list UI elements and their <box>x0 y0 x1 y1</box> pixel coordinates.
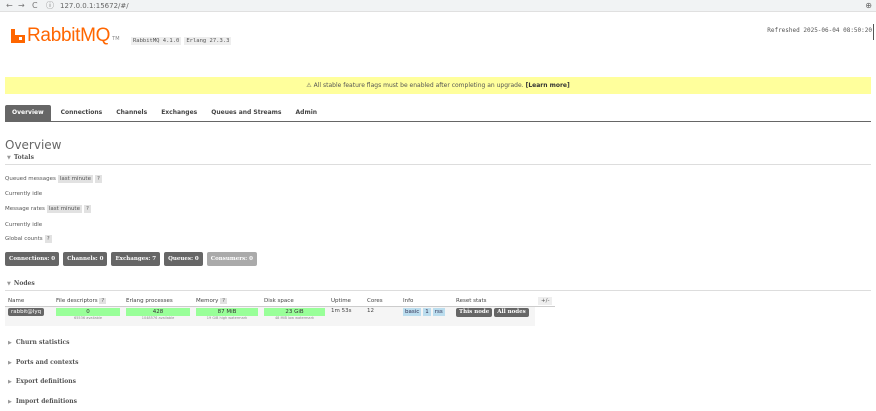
table-row: rabbit@lyq 0 65536 available 428 1048576… <box>5 306 556 326</box>
rabbit-logo-icon <box>11 29 26 43</box>
totals-section-header[interactable]: ▼ Totals <box>5 153 871 165</box>
consumers-count-button[interactable]: Consumers: 0 <box>206 252 257 266</box>
reset-all-nodes-button[interactable]: All nodes <box>494 307 529 317</box>
global-counts-row: Global counts ? <box>5 234 52 244</box>
section-title: Totals <box>13 154 34 161</box>
forward-arrow-icon[interactable]: → <box>18 1 25 11</box>
col-reset-stats: Reset stats <box>453 296 535 307</box>
col-memory: Memory ? <box>193 296 261 307</box>
col-cores: Cores <box>364 296 400 307</box>
column-toggle-button[interactable]: +/- <box>538 296 553 305</box>
queued-messages-row: Queued messages last minute ? <box>5 174 102 184</box>
message-rates-row: Message rates last minute ? <box>5 204 91 214</box>
nodes-table: Name File descriptors ? Erlang processes… <box>5 296 556 326</box>
idle-status: Currently idle <box>5 191 43 197</box>
help-icon[interactable]: ? <box>44 235 52 243</box>
section-title: Export definitions <box>15 378 77 385</box>
ports-and-contexts-section[interactable]: ▶ Ports and contexts <box>8 358 78 368</box>
browser-toolbar: ← → C ⓘ 127.0.0.1:15672/#/ ⊕ <box>0 0 876 12</box>
collapse-triangle-icon: ▼ <box>7 281 11 287</box>
section-title: Ports and contexts <box>15 359 79 366</box>
tab-channels[interactable]: Channels <box>109 105 154 121</box>
site-info-icon[interactable]: ⓘ <box>46 1 54 11</box>
collapse-triangle-icon: ▼ <box>7 155 11 161</box>
section-title: Nodes <box>13 280 35 287</box>
churn-statistics-section[interactable]: ▶ Churn statistics <box>8 338 70 348</box>
help-icon[interactable]: ? <box>99 297 107 304</box>
reload-icon[interactable]: C <box>32 1 38 11</box>
gauge-subtext: 65536 available <box>73 315 103 320</box>
info-badge-basic: basic <box>403 307 422 316</box>
feature-flags-warning-banner: ⚠ All stable feature flags must be enabl… <box>5 77 871 94</box>
logo-text: RabbitMQ <box>27 25 111 46</box>
expand-triangle-icon: ▶ <box>8 340 12 346</box>
export-definitions-section[interactable]: ▶ Export definitions <box>8 377 76 387</box>
message-rates-label: Message rates <box>5 206 45 212</box>
tab-connections[interactable]: Connections <box>54 105 110 121</box>
expand-triangle-icon: ▶ <box>8 379 12 385</box>
tab-exchanges[interactable]: Exchanges <box>154 105 204 121</box>
tab-queues-and-streams[interactable]: Queues and Streams <box>204 105 288 121</box>
info-badge-count: 1 <box>423 307 431 316</box>
rates-range-selector[interactable]: last minute <box>46 205 82 213</box>
expand-triangle-icon: ▶ <box>8 360 12 366</box>
rates-idle-text: Currently idle <box>5 220 42 230</box>
queued-range-selector[interactable]: last minute <box>57 175 93 183</box>
col-disk-space: Disk space <box>261 296 328 307</box>
connections-count-button[interactable]: Connections: 0 <box>5 252 60 266</box>
col-info: Info <box>400 296 453 307</box>
warning-icon: ⚠ <box>306 82 312 89</box>
file-descriptors-gauge: 0 <box>56 307 120 316</box>
global-counts-label: Global counts <box>5 236 43 242</box>
banner-text: All stable feature flags must be enabled… <box>313 82 524 89</box>
gauge-subtext: 48 MiB low watermark <box>274 315 315 320</box>
rabbitmq-version: RabbitMQ 4.1.0 <box>131 37 182 45</box>
erlang-processes-gauge: 428 <box>126 307 190 316</box>
erlang-version: Erlang 27.3.3 <box>184 37 232 45</box>
table-header-row: Name File descriptors ? Erlang processes… <box>5 296 556 307</box>
exchanges-count-button[interactable]: Exchanges: 7 <box>111 252 161 266</box>
queued-idle-text: Currently idle <box>5 189 42 199</box>
disk-space-gauge: 23 GiB <box>264 307 325 316</box>
page-title: Overview <box>5 138 62 152</box>
expand-triangle-icon: ▶ <box>8 399 12 405</box>
import-definitions-section[interactable]: ▶ Import definitions <box>8 397 77 407</box>
col-file-descriptors: File descriptors ? <box>53 296 123 307</box>
info-badge-rss: rss <box>432 307 445 316</box>
rabbitmq-logo[interactable]: RabbitMQ TM <box>11 26 120 46</box>
col-erlang-processes: Erlang processes <box>123 296 193 307</box>
main-tabs: Overview Connections Channels Exchanges … <box>5 105 871 122</box>
back-arrow-icon[interactable]: ← <box>6 1 13 11</box>
uptime-value: 1m 53s <box>328 306 364 326</box>
refresh-timestamp[interactable]: Refreshed 2025-06-04 08:50:20 <box>767 27 872 34</box>
col-name: Name <box>5 296 53 307</box>
channels-count-button[interactable]: Channels: 0 <box>63 252 108 266</box>
col-uptime: Uptime <box>328 296 364 307</box>
queued-messages-label: Queued messages <box>5 176 56 182</box>
node-name-link[interactable]: rabbit@lyq <box>8 307 45 316</box>
extension-icon[interactable]: ⊕ <box>865 1 872 11</box>
divider <box>873 24 874 40</box>
nodes-section-header[interactable]: ▼ Nodes <box>5 279 871 291</box>
tab-overview[interactable]: Overview <box>5 105 51 121</box>
address-bar[interactable]: 127.0.0.1:15672/#/ <box>60 1 129 11</box>
idle-status: Currently idle <box>5 222 43 228</box>
global-counts: Connections: 0 Channels: 0 Exchanges: 7 … <box>5 252 257 266</box>
section-title: Import definitions <box>15 398 78 405</box>
help-icon[interactable]: ? <box>94 175 102 183</box>
tab-admin[interactable]: Admin <box>289 105 325 121</box>
gauge-subtext: 1048576 available <box>141 315 175 320</box>
help-icon[interactable]: ? <box>220 297 228 304</box>
memory-gauge: 87 MiB <box>196 307 258 316</box>
col-toggle: +/- <box>535 296 556 307</box>
queues-count-button[interactable]: Queues: 0 <box>164 252 203 266</box>
cores-value: 12 <box>364 306 400 326</box>
help-icon[interactable]: ? <box>83 205 91 213</box>
gauge-subtext: 19 GiB high watermark <box>206 315 248 320</box>
reset-this-node-button[interactable]: This node <box>456 307 493 317</box>
section-title: Churn statistics <box>15 339 70 346</box>
logo-trademark: TM <box>112 36 120 42</box>
learn-more-link[interactable]: [Learn more] <box>526 82 570 89</box>
version-info: RabbitMQ 4.1.0 Erlang 27.3.3 <box>131 37 232 45</box>
